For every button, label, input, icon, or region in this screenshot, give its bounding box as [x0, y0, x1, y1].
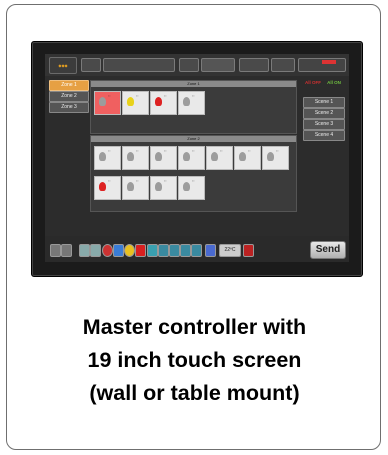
light-fixture[interactable]: ◦◦ [206, 146, 233, 170]
scene-button-3[interactable]: Scene 3 [303, 119, 345, 130]
light-fixture[interactable]: ◦◦ [94, 176, 121, 200]
light-fixture[interactable]: ◦◦ [122, 146, 149, 170]
teal-color-button[interactable] [180, 244, 191, 257]
light-fixture[interactable]: ◦◦ [178, 91, 205, 115]
zone-panel-bottom: Zone 2 ◦◦ ◦◦ ◦◦ ◦◦ ◦◦ ◦◦ ◦◦ ◦◦ ◦◦ ◦◦ ◦◦ [90, 135, 297, 212]
light-fixture[interactable]: ◦◦ [150, 176, 177, 200]
status-field [103, 58, 175, 72]
product-card: ◆◆◆ Zone 1 Zone 2 Zone 3 All OFF All ON … [6, 4, 381, 450]
scene-button-1[interactable]: Scene 1 [303, 97, 345, 108]
trash-icon[interactable] [243, 244, 254, 257]
touch-screen-monitor: ◆◆◆ Zone 1 Zone 2 Zone 3 All OFF All ON … [31, 41, 363, 277]
yellow-color-button[interactable] [124, 244, 135, 257]
light-fixture[interactable]: ◦◦ [122, 91, 149, 115]
zone-button-3[interactable]: Zone 3 [49, 102, 89, 113]
alert-indicator [322, 60, 336, 64]
controller-screen: ◆◆◆ Zone 1 Zone 2 Zone 3 All OFF All ON … [45, 54, 349, 262]
top-button[interactable] [179, 58, 199, 72]
light-fixture[interactable]: ◦◦ [150, 91, 177, 115]
red-color-button[interactable] [135, 244, 146, 257]
top-button[interactable] [271, 58, 295, 72]
control-button[interactable] [90, 244, 101, 257]
zone-button-1[interactable]: Zone 1 [49, 80, 89, 91]
top-button[interactable] [239, 58, 269, 72]
scene-button-4[interactable]: Scene 4 [303, 130, 345, 141]
temperature-display: 22ºC [219, 244, 241, 257]
send-button[interactable]: Send [310, 241, 346, 259]
brand-logo: ◆◆◆ [49, 57, 77, 74]
light-fixture[interactable]: ◦◦ [150, 146, 177, 170]
panel-title: Zone 1 [91, 81, 296, 87]
panel-title: Zone 2 [91, 136, 296, 142]
light-fixture[interactable]: ◦◦ [94, 91, 121, 115]
caption-line-1: Master controller with [82, 315, 307, 339]
screen-top-bar: ◆◆◆ [45, 54, 349, 76]
screen-bottom-bar: 22ºC Send [45, 236, 349, 262]
caption-line-3: (wall or table mount) [89, 381, 300, 405]
nav-button[interactable] [61, 244, 72, 257]
teal-color-button[interactable] [158, 244, 169, 257]
all-off-button[interactable]: All OFF [304, 80, 322, 93]
control-button[interactable] [79, 244, 90, 257]
teal-color-button[interactable] [191, 244, 202, 257]
light-fixture[interactable]: ◦◦ [178, 146, 205, 170]
all-on-button[interactable]: All ON [325, 80, 343, 93]
top-button[interactable] [81, 58, 101, 72]
light-fixture[interactable]: ◦◦ [234, 146, 261, 170]
light-fixture[interactable]: ◦◦ [262, 146, 289, 170]
light-fixture[interactable]: ◦◦ [94, 146, 121, 170]
blue-color-button[interactable] [205, 244, 216, 257]
zone-button-2[interactable]: Zone 2 [49, 91, 89, 102]
red-color-button[interactable] [102, 244, 113, 257]
caption-line-2: 19 inch touch screen [87, 348, 302, 372]
scene-button-2[interactable]: Scene 2 [303, 108, 345, 119]
teal-color-button[interactable] [147, 244, 158, 257]
nav-button[interactable] [50, 244, 61, 257]
blue-color-button[interactable] [113, 244, 124, 257]
light-fixture[interactable]: ◦◦ [122, 176, 149, 200]
zone-panel-top: Zone 1 ◦◦ ◦◦ ◦◦ ◦◦ [90, 80, 297, 134]
light-fixture[interactable]: ◦◦ [178, 176, 205, 200]
top-button[interactable] [201, 58, 235, 72]
teal-color-button[interactable] [169, 244, 180, 257]
